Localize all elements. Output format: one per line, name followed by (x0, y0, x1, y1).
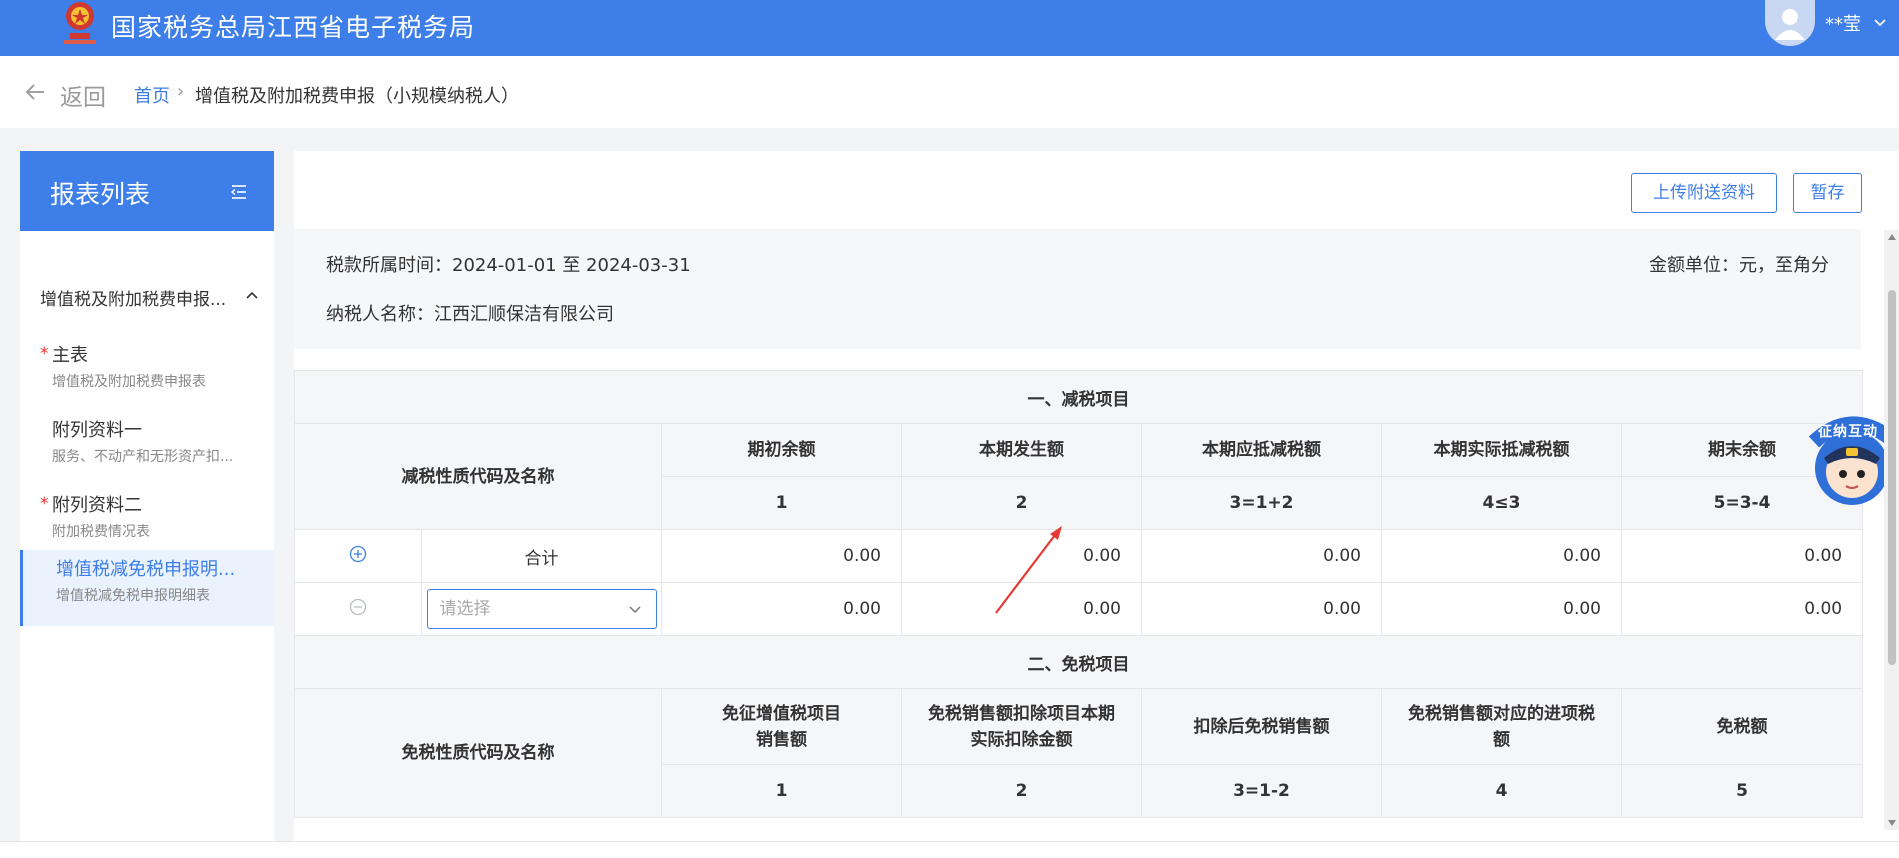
report-list-sidebar: 报表列表 增值税及附加税费申报... * 主表 增值税及附加税费申报表 附列资料… (20, 151, 274, 841)
user-name[interactable]: **莹 (1825, 10, 1861, 36)
sidebar-item-subtitle: 附加税费情况表 (52, 524, 150, 540)
column-formula: 5 (1620, 764, 1864, 818)
helper-badge-text: 征纳互动 (1818, 424, 1878, 440)
sidebar-item-subtitle: 增值税减免税申报明细表 (56, 588, 210, 604)
column-header: 扣除后免税销售额 (1141, 688, 1382, 765)
column-header: 免税销售额对应的进项税 额 (1381, 688, 1622, 765)
column-formula: 4 (1381, 764, 1622, 818)
tax-period: 税款所属时间：2024-01-01 至 2024-03-31 (326, 255, 691, 276)
top-bar: 国家税务总局江西省电子税务局 **莹 (0, 0, 1899, 56)
column-formula: 2 (901, 476, 1142, 530)
avatar[interactable] (1765, 0, 1815, 46)
column-header: 本期发生额 (901, 423, 1142, 477)
relief-code-select[interactable]: 请选择 (426, 589, 657, 629)
column-header: 减税性质代码及名称 (294, 423, 662, 530)
total-cell: 0.00 (901, 529, 1142, 583)
select-placeholder: 请选择 (439, 599, 491, 619)
section-title: 二、免税项目 (293, 635, 1864, 689)
scroll-down-icon[interactable] (1888, 820, 1896, 826)
upload-attachments-button[interactable]: 上传附送资料 (1631, 173, 1777, 213)
column-formula: 1 (661, 764, 902, 818)
collapse-menu-icon[interactable] (230, 183, 248, 201)
column-header: 免税性质代码及名称 (294, 688, 662, 818)
taxpayer-name: 纳税人名称：江西汇顺保洁有限公司 (326, 304, 614, 325)
amount-cell[interactable]: 0.00 (661, 582, 902, 636)
tax-emblem-icon (64, 2, 96, 44)
chevron-down-icon (628, 606, 641, 614)
column-header: 免税额 (1620, 688, 1864, 765)
minus-circle-icon[interactable] (349, 598, 367, 616)
column-formula: 2 (901, 764, 1142, 818)
sidebar-header: 报表列表 (20, 151, 274, 231)
breadcrumb-current: 增值税及附加税费申报（小规模纳税人） (195, 86, 519, 107)
amount-unit: 金额单位：元，至角分 (1649, 255, 1829, 276)
breadcrumb-home[interactable]: 首页 (134, 82, 170, 108)
amount-cell[interactable]: 0.00 (901, 582, 1142, 636)
nav-bar: 返回 首页 › 增值税及附加税费申报（小规模纳税人） (0, 56, 1899, 128)
amount-cell[interactable]: 0.00 (1381, 582, 1622, 636)
scrollbar-thumb[interactable] (1888, 290, 1896, 665)
declaration-info: 税款所属时间：2024-01-01 至 2024-03-31 金额单位：元，至角… (294, 229, 1861, 349)
total-cell: 0.00 (661, 529, 902, 583)
column-header: 免税销售额扣除项目本期 实际扣除金额 (901, 688, 1142, 765)
breadcrumb-separator: › (177, 81, 185, 102)
column-formula: 1 (661, 476, 902, 530)
column-header: 本期应抵减税额 (1141, 423, 1382, 477)
column-header: 本期实际抵减税额 (1381, 423, 1622, 477)
amount-cell[interactable]: 0.00 (1141, 582, 1382, 636)
sidebar-item-main-form[interactable]: * 主表 增值税及附加税费申报表 (20, 336, 274, 412)
sidebar-item-label: 增值税减免税申报明... (56, 559, 236, 580)
relief-table: 一、减税项目 减税性质代码及名称 期初余额 本期发生额 本期应抵减税额 本期实际… (293, 370, 1864, 818)
main-panel: 上传附送资料 暂存 税款所属时间：2024-01-01 至 2024-03-31… (293, 151, 1899, 841)
user-icon (1775, 9, 1805, 40)
site-title: 国家税务总局江西省电子税务局 (111, 13, 476, 42)
required-mark: * (40, 344, 49, 364)
back-button[interactable]: 返回 (60, 78, 106, 112)
total-cell: 0.00 (1381, 529, 1622, 583)
chevron-down-icon[interactable] (1872, 14, 1888, 30)
sidebar-title: 报表列表 (50, 180, 151, 209)
column-header: 免征增值税项目 销售额 (661, 688, 902, 765)
required-mark: * (40, 494, 49, 514)
sidebar-item-label: 附列资料二 (52, 495, 142, 516)
vertical-scrollbar[interactable] (1884, 230, 1899, 830)
total-cell: 0.00 (1620, 529, 1864, 583)
total-label: 合计 (421, 529, 662, 583)
plus-circle-icon[interactable] (349, 545, 367, 563)
bottom-strip (0, 841, 1899, 858)
column-header: 期初余额 (661, 423, 902, 477)
amount-cell[interactable]: 0.00 (1620, 582, 1864, 636)
table-row: 请选择 0.00 0.00 0.00 0.00 0.00 (294, 582, 1864, 636)
sidebar-item-label: 附列资料一 (52, 420, 142, 441)
total-cell: 0.00 (1141, 529, 1382, 583)
sidebar-item-schedule-one[interactable]: 附列资料一 服务、不动产和无形资产扣... (20, 411, 274, 487)
sidebar-item-subtitle: 服务、不动产和无形资产扣... (52, 449, 234, 465)
code-select-cell: 请选择 (421, 582, 662, 636)
sidebar-item-tax-relief[interactable]: 增值税减免税申报明... 增值税减免税申报明细表 (20, 550, 274, 626)
scroll-up-icon[interactable] (1888, 234, 1896, 240)
add-row-cell (294, 529, 422, 583)
sidebar-item-subtitle: 增值税及附加税费申报表 (52, 374, 206, 390)
column-formula: 4≤3 (1381, 476, 1622, 530)
sidebar-group-vat[interactable]: 增值税及附加税费申报... (40, 285, 240, 310)
arrow-left-icon[interactable] (23, 80, 47, 104)
column-formula: 3=1-2 (1141, 764, 1382, 818)
column-formula: 3=1+2 (1141, 476, 1382, 530)
chevron-up-icon[interactable] (244, 287, 260, 303)
sidebar-item-label: 主表 (52, 345, 88, 366)
table-row: 合计 0.00 0.00 0.00 0.00 0.00 (294, 529, 1864, 583)
section-title: 一、减税项目 (293, 370, 1864, 424)
tax-interaction-helper[interactable]: 征纳互动 (1806, 412, 1894, 508)
save-draft-button[interactable]: 暂存 (1793, 173, 1862, 213)
remove-row-cell (294, 582, 422, 636)
